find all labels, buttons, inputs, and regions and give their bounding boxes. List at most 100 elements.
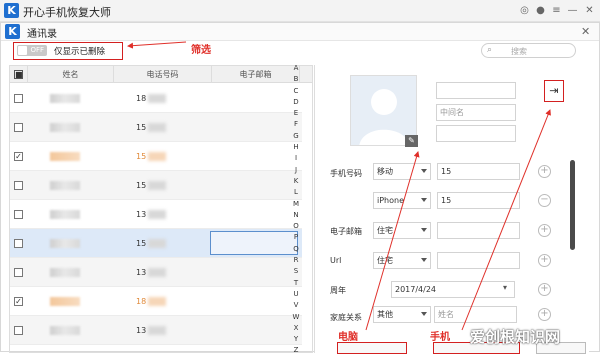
alphabet-letter[interactable]: W bbox=[291, 312, 301, 323]
contact-name-redacted bbox=[50, 326, 80, 335]
export-to-phone-icon[interactable]: ⇥ bbox=[544, 80, 564, 102]
first-name-field[interactable] bbox=[436, 82, 516, 99]
remove-phone-button[interactable]: − bbox=[538, 194, 551, 207]
add-phone-button[interactable]: + bbox=[538, 165, 551, 178]
email-cell-editing[interactable] bbox=[210, 231, 298, 255]
deleted-only-toggle[interactable]: OFF bbox=[17, 45, 47, 56]
label-relation: 家庭关系 bbox=[330, 313, 362, 322]
edit-avatar-icon[interactable]: ✎ bbox=[405, 135, 418, 147]
last-name-field[interactable] bbox=[436, 125, 516, 142]
alphabet-letter[interactable]: L bbox=[291, 187, 301, 198]
add-relation-button[interactable]: + bbox=[538, 308, 551, 321]
alphabet-letter[interactable]: O bbox=[291, 221, 301, 232]
alphabet-letter[interactable]: Q bbox=[291, 244, 301, 255]
contact-phone-redacted bbox=[148, 210, 166, 219]
search-placeholder: 搜索 bbox=[511, 47, 527, 56]
alphabet-letter[interactable]: F bbox=[291, 119, 301, 130]
alphabet-letter[interactable]: V bbox=[291, 300, 301, 311]
table-row[interactable]: 13 bbox=[10, 316, 302, 345]
row-checkbox[interactable] bbox=[14, 326, 23, 335]
table-row[interactable]: 15 bbox=[10, 171, 302, 200]
contact-name-redacted bbox=[50, 94, 80, 103]
phone-type-2-value: iPhone bbox=[377, 196, 405, 205]
phone-type-select-1[interactable]: 移动 bbox=[373, 163, 431, 180]
dialog-close-icon[interactable]: ✕ bbox=[581, 25, 590, 38]
relation-type-value: 其他 bbox=[377, 310, 393, 319]
alphabet-letter[interactable]: M bbox=[291, 199, 301, 210]
phone-field-2[interactable]: 15 bbox=[437, 192, 520, 209]
table-row[interactable]: 18 bbox=[10, 84, 302, 113]
row-checkbox[interactable] bbox=[14, 181, 23, 190]
wechat-icon[interactable]: ◎ bbox=[519, 5, 530, 16]
alphabet-letter[interactable]: N bbox=[291, 210, 301, 221]
alphabet-letter[interactable]: K bbox=[291, 176, 301, 187]
close-icon[interactable]: ✕ bbox=[584, 5, 595, 16]
row-checkbox[interactable]: ✓ bbox=[14, 297, 23, 306]
row-checkbox[interactable] bbox=[14, 239, 23, 248]
column-phone[interactable]: 电话号码 bbox=[114, 66, 212, 83]
phone-type-select-2[interactable]: iPhone bbox=[373, 192, 431, 209]
contact-phone: 18 bbox=[136, 297, 147, 306]
add-url-button[interactable]: + bbox=[538, 254, 551, 267]
middle-name-field[interactable]: 中间名 bbox=[436, 104, 516, 121]
table-row[interactable]: 13 bbox=[10, 200, 302, 229]
contacts-dialog: K 通讯录 ✕ OFF 仅显示已删除 筛选 ⌕ 搜索 ■ 姓名 电话号码 电子邮… bbox=[0, 22, 600, 354]
row-checkbox[interactable] bbox=[14, 210, 23, 219]
table-row[interactable]: 15 bbox=[10, 113, 302, 142]
alphabet-letter[interactable]: T bbox=[291, 278, 301, 289]
list-header: ■ 姓名 电话号码 电子邮箱 bbox=[10, 66, 312, 83]
url-field[interactable] bbox=[437, 252, 520, 269]
alphabet-letter[interactable]: R bbox=[291, 255, 301, 266]
email-type-select[interactable]: 住宅 bbox=[373, 222, 431, 239]
add-anniversary-button[interactable]: + bbox=[538, 283, 551, 296]
alphabet-letter[interactable]: P bbox=[291, 232, 301, 243]
alphabet-letter[interactable]: Z bbox=[291, 345, 301, 356]
email-field[interactable] bbox=[437, 222, 520, 239]
phone-field-1[interactable]: 15 bbox=[437, 163, 520, 180]
relation-name-field[interactable]: 姓名 bbox=[434, 306, 517, 323]
table-row[interactable]: 15 bbox=[10, 229, 302, 258]
column-email[interactable]: 电子邮箱 bbox=[212, 66, 300, 83]
contact-phone: 13 bbox=[136, 210, 147, 219]
column-name[interactable]: 姓名 bbox=[28, 66, 114, 83]
export-to-pc-button[interactable] bbox=[337, 342, 407, 354]
alphabet-letter[interactable]: J bbox=[291, 165, 301, 176]
chat-icon[interactable]: ● bbox=[535, 5, 546, 16]
row-checkbox[interactable] bbox=[14, 268, 23, 277]
alphabet-letter[interactable]: A bbox=[291, 63, 301, 74]
dialog-logo: K bbox=[5, 24, 20, 39]
minimize-icon[interactable]: — bbox=[567, 5, 578, 16]
alphabet-letter[interactable]: U bbox=[291, 289, 301, 300]
select-all-checkbox[interactable]: ■ bbox=[14, 70, 23, 79]
table-row[interactable]: ✓ 15 bbox=[10, 142, 302, 171]
table-row[interactable]: ✓ 18 bbox=[10, 287, 302, 316]
alphabet-letter[interactable]: S bbox=[291, 266, 301, 277]
url-type-select[interactable]: 住宅 bbox=[373, 252, 431, 269]
relation-type-select[interactable]: 其他 bbox=[373, 306, 431, 323]
menu-icon[interactable]: ≡ bbox=[551, 5, 562, 16]
search-input[interactable] bbox=[481, 43, 576, 58]
row-checkbox[interactable]: ✓ bbox=[14, 152, 23, 161]
alphabet-letter[interactable]: Y bbox=[291, 334, 301, 345]
row-checkbox[interactable] bbox=[14, 94, 23, 103]
add-email-button[interactable]: + bbox=[538, 224, 551, 237]
alphabet-letter[interactable]: H bbox=[291, 142, 301, 153]
detail-scrollbar[interactable] bbox=[570, 160, 575, 250]
app-logo: K bbox=[4, 3, 19, 18]
alphabet-letter[interactable]: D bbox=[291, 97, 301, 108]
anniversary-date-field[interactable]: 2017/4/24 bbox=[391, 281, 515, 298]
email-type-value: 住宅 bbox=[377, 226, 393, 235]
table-row[interactable]: 13 bbox=[10, 258, 302, 287]
row-checkbox[interactable] bbox=[14, 123, 23, 132]
contact-phone-redacted bbox=[148, 326, 166, 335]
alphabet-letter[interactable]: C bbox=[291, 86, 301, 97]
alphabet-letter[interactable]: G bbox=[291, 131, 301, 142]
alphabet-letter[interactable]: B bbox=[291, 74, 301, 85]
contact-phone-redacted bbox=[148, 268, 166, 277]
alphabet-letter[interactable]: X bbox=[291, 323, 301, 334]
alphabet-letter[interactable]: I bbox=[291, 153, 301, 164]
alphabet-letter[interactable]: E bbox=[291, 108, 301, 119]
date-dropdown-icon[interactable]: ▾ bbox=[503, 283, 507, 292]
contact-name-redacted bbox=[50, 268, 80, 277]
watermark: 爱创根知识网 bbox=[470, 328, 561, 346]
